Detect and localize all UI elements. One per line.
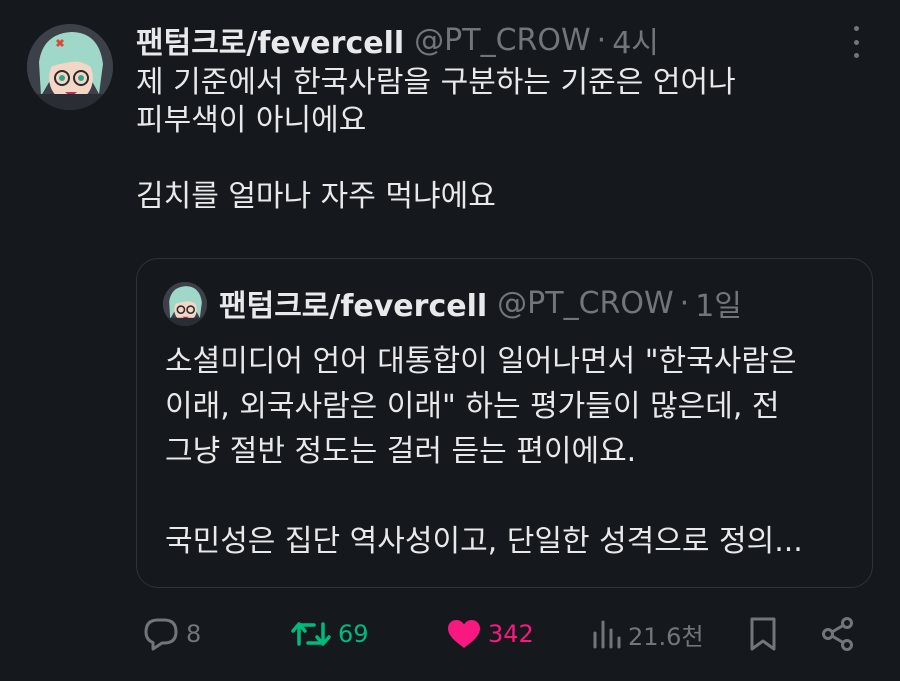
author-avatar[interactable] — [27, 24, 113, 110]
repost-count: 69 — [338, 620, 369, 648]
like-button[interactable]: 342 — [446, 612, 534, 656]
quoted-line — [165, 474, 855, 519]
quoted-line: 이래, 외국사람은 이래" 하는 평가들이 많은데, 전 — [165, 389, 780, 424]
repost-icon — [290, 617, 332, 651]
views-icon — [592, 618, 622, 650]
quoted-text: 소셜미디어 언어 대통합이 일어나면서 "한국사람은 이래, 외국사람은 이래"… — [165, 339, 855, 564]
share-icon — [820, 616, 856, 652]
tweet-line: 피부색이 아니에요 — [136, 103, 367, 138]
reply-count: 8 — [186, 620, 202, 648]
quoted-tweet[interactable]: 팬텀크로/fevercell @PT_CROW · 1일 소셜미디어 언어 대통… — [136, 258, 873, 588]
tweet-line — [136, 140, 876, 178]
quoted-author-handle: @PT_CROW — [497, 285, 674, 321]
author-name[interactable]: 팬텀크로/fevercell — [136, 18, 404, 62]
tweet-text: 제 기준에서 한국사람을 구분하는 기준은 언어나 피부색이 아니에요 김치를 … — [136, 64, 876, 216]
quoted-line: 그냥 절반 정도는 걸러 듣는 편이에요. — [165, 434, 637, 469]
tweet-line: 제 기준에서 한국사람을 구분하는 기준은 언어나 — [136, 65, 736, 100]
quoted-line: 국민성은 집단 역사성이고, 단일한 성격으로 정의... — [165, 524, 803, 559]
like-count: 342 — [488, 620, 534, 648]
more-icon[interactable] — [846, 26, 866, 58]
views-button[interactable]: 21.6천 — [592, 612, 704, 656]
action-bar: 8 69 342 21.6천 — [136, 612, 871, 656]
views-count: 21.6천 — [628, 622, 704, 651]
quoted-header: 팬텀크로/fevercell @PT_CROW · 1일 — [219, 279, 742, 327]
bookmark-button[interactable] — [748, 612, 778, 656]
quoted-author-name: 팬텀크로/fevercell — [219, 289, 488, 324]
header-separator: · — [596, 22, 607, 58]
tweet-line: 김치를 얼마나 자주 먹냐에요 — [136, 179, 496, 214]
quoted-timestamp: 1일 — [695, 289, 742, 324]
tweet-timestamp[interactable]: 4시 — [612, 18, 659, 62]
quoted-line: 소셜미디어 언어 대통합이 일어나면서 "한국사람은 — [165, 344, 797, 379]
reply-button[interactable]: 8 — [142, 612, 201, 656]
quoted-author-avatar — [163, 282, 207, 326]
heart-icon — [446, 618, 482, 650]
tweet-header: 팬텀크로/fevercell @PT_CROW · 4시 — [136, 18, 659, 62]
reply-icon — [142, 617, 180, 651]
author-handle[interactable]: @PT_CROW — [414, 23, 590, 58]
repost-button[interactable]: 69 — [290, 612, 369, 656]
share-button[interactable] — [820, 612, 856, 656]
bookmark-icon — [748, 616, 778, 652]
quoted-separator: · — [679, 285, 690, 321]
